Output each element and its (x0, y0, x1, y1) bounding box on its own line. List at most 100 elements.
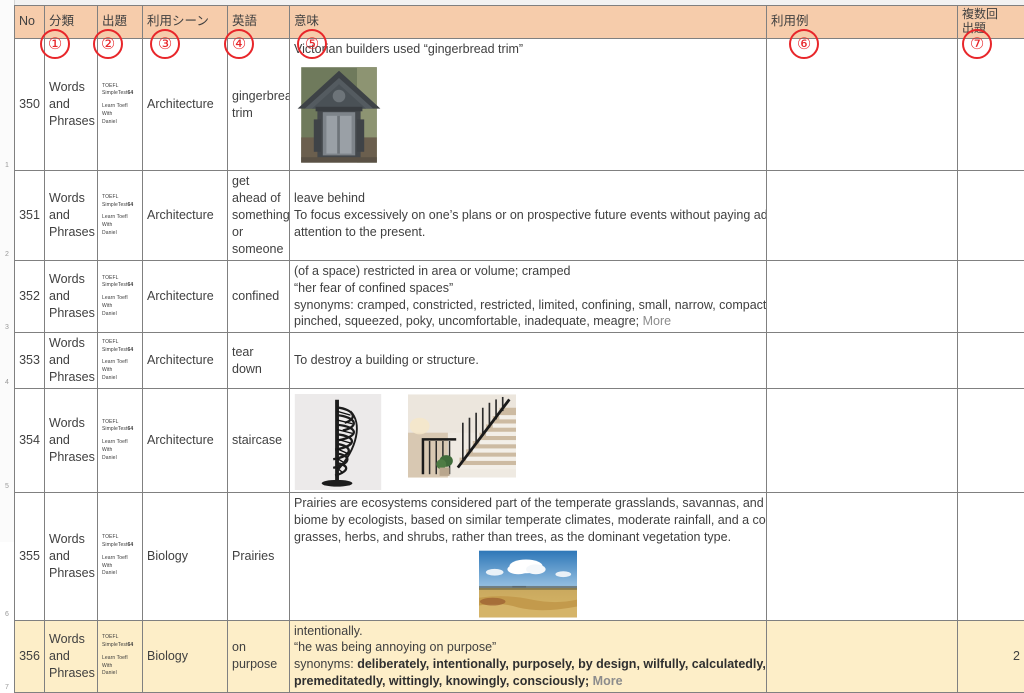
cell-category[interactable]: Words and Phrases (45, 38, 98, 171)
cell-meaning[interactable]: Victorian builders used “gingerbread tri… (290, 38, 767, 171)
modern-staircase-photo (408, 394, 516, 478)
cell-usage[interactable] (767, 333, 958, 389)
table-row[interactable]: 352Words and Phrases TOEFL SimpleTest64 … (15, 260, 1024, 333)
cell-multiple[interactable] (958, 260, 1024, 333)
row-header-strip (0, 0, 15, 542)
cell-source[interactable]: TOEFL SimpleTest64 Learn Toefl With Dani… (98, 260, 143, 333)
cell-category[interactable]: Words and Phrases (45, 333, 98, 389)
source-line-3: Learn Toefl With (102, 295, 138, 311)
column-header-scene[interactable]: 利用シーン (143, 6, 228, 39)
cell-category[interactable]: Words and Phrases (45, 620, 98, 693)
cell-scene[interactable]: Architecture (143, 171, 228, 260)
cell-usage[interactable] (767, 620, 958, 693)
cell-meaning[interactable] (290, 388, 767, 492)
cell-english[interactable]: confined (228, 260, 290, 333)
cell-category[interactable]: Words and Phrases (45, 260, 98, 333)
cell-source[interactable]: TOEFL SimpleTest64 Learn Toefl With Dani… (98, 620, 143, 693)
cell-multiple[interactable] (958, 492, 1024, 620)
table-row[interactable]: 353Words and Phrases TOEFL SimpleTest64 … (15, 333, 1024, 389)
source-line-1: TOEFL (102, 419, 138, 427)
spiral-staircase-photo (294, 394, 382, 490)
cell-meaning[interactable]: leave behindTo focus excessively on one’… (290, 171, 767, 260)
cell-no[interactable]: 354 (15, 388, 45, 492)
cell-source[interactable]: TOEFL SimpleTest64 Learn Toefl With Dani… (98, 171, 143, 260)
column-header-category[interactable]: 分類 (45, 6, 98, 39)
cell-scene[interactable]: Biology (143, 492, 228, 620)
cell-no[interactable]: 352 (15, 260, 45, 333)
cell-no[interactable]: 355 (15, 492, 45, 620)
cell-no[interactable]: 350 (15, 38, 45, 171)
cell-usage[interactable] (767, 492, 958, 620)
cell-english[interactable]: tear down (228, 333, 290, 389)
source-label: TOEFL SimpleTest64 Learn Toefl With Dani… (102, 534, 138, 578)
cell-english[interactable]: staircase (228, 388, 290, 492)
cell-meaning[interactable]: (of a space) restricted in area or volum… (290, 260, 767, 333)
cell-meaning[interactable]: Prairies are ecosystems considered part … (290, 492, 767, 620)
cell-usage[interactable] (767, 260, 958, 333)
cell-scene[interactable]: Architecture (143, 260, 228, 333)
cell-usage[interactable] (767, 388, 958, 492)
source-line-2: SimpleTest64 (102, 642, 138, 650)
cell-scene[interactable]: Architecture (143, 333, 228, 389)
cell-source[interactable]: TOEFL SimpleTest64 Learn Toefl With Dani… (98, 38, 143, 171)
cell-english[interactable]: on purpose (228, 620, 290, 693)
row-header-number[interactable]: 5 (0, 483, 14, 490)
meaning-line: synonyms: cramped, constricted, restrict… (294, 297, 762, 314)
row-header-number[interactable]: 6 (0, 611, 14, 618)
table-header-row: No 分類 出題 利用シーン 英語 意味 利用例 複数回 出題 (15, 6, 1024, 39)
cell-multiple[interactable]: 2 (958, 620, 1024, 693)
row-header-number[interactable]: 3 (0, 324, 14, 331)
source-line-3: Learn Toefl With (102, 103, 138, 119)
cell-usage[interactable] (767, 171, 958, 260)
column-header-english[interactable]: 英語 (228, 6, 290, 39)
cell-usage[interactable] (767, 38, 958, 171)
cell-english[interactable]: Prairies (228, 492, 290, 620)
table-row[interactable]: 355Words and Phrases TOEFL SimpleTest64 … (15, 492, 1024, 620)
meaning-line: Victorian builders used “gingerbread tri… (294, 41, 762, 58)
cell-scene[interactable]: Biology (143, 620, 228, 693)
cell-english[interactable]: get ahead of something or someone (228, 171, 290, 260)
source-line-4: Daniel (102, 570, 138, 578)
source-label: TOEFL SimpleTest64 Learn Toefl With Dani… (102, 194, 138, 238)
cell-no[interactable]: 356 (15, 620, 45, 693)
cell-source[interactable]: TOEFL SimpleTest64 Learn Toefl With Dani… (98, 492, 143, 620)
meaning-images (294, 394, 762, 490)
cell-scene[interactable]: Architecture (143, 388, 228, 492)
cell-category[interactable]: Words and Phrases (45, 492, 98, 620)
cell-no[interactable]: 353 (15, 333, 45, 389)
cell-multiple[interactable] (958, 171, 1024, 260)
source-line-4: Daniel (102, 670, 138, 678)
column-header-multiple[interactable]: 複数回 出題 (958, 6, 1024, 39)
meaning-line: (of a space) restricted in area or volum… (294, 263, 762, 280)
column-header-source[interactable]: 出題 (98, 6, 143, 39)
cell-multiple[interactable] (958, 388, 1024, 492)
table-row[interactable]: 354Words and Phrases TOEFL SimpleTest64 … (15, 388, 1024, 492)
cell-meaning[interactable]: To destroy a building or structure. (290, 333, 767, 389)
cell-source[interactable]: TOEFL SimpleTest64 Learn Toefl With Dani… (98, 333, 143, 389)
cell-no[interactable]: 351 (15, 171, 45, 260)
source-label: TOEFL SimpleTest64 Learn Toefl With Dani… (102, 83, 138, 127)
cell-source[interactable]: TOEFL SimpleTest64 Learn Toefl With Dani… (98, 388, 143, 492)
column-header-meaning[interactable]: 意味 (290, 6, 767, 39)
row-header-number[interactable]: 2 (0, 251, 14, 258)
table-row[interactable]: 356Words and Phrases TOEFL SimpleTest64 … (15, 620, 1024, 693)
cell-category[interactable]: Words and Phrases (45, 171, 98, 260)
table-row[interactable]: 351Words and Phrases TOEFL SimpleTest64 … (15, 171, 1024, 260)
source-line-1: TOEFL (102, 534, 138, 542)
row-header-number[interactable]: 1 (0, 162, 14, 169)
cell-multiple[interactable] (958, 38, 1024, 171)
cell-category[interactable]: Words and Phrases (45, 388, 98, 492)
row-header-number[interactable]: 7 (0, 684, 14, 691)
source-label: TOEFL SimpleTest64 Learn Toefl With Dani… (102, 275, 138, 319)
cell-scene[interactable]: Architecture (143, 38, 228, 171)
cell-english[interactable]: gingerbread trim (228, 38, 290, 171)
cell-multiple[interactable] (958, 333, 1024, 389)
source-line-3: Learn Toefl With (102, 359, 138, 375)
cell-meaning[interactable]: intentionally.“he was being annoying on … (290, 620, 767, 693)
meaning-line: biome by ecologists, based on similar te… (294, 512, 762, 529)
table-row[interactable]: 350Words and Phrases TOEFL SimpleTest64 … (15, 38, 1024, 171)
row-header-number[interactable]: 4 (0, 379, 14, 386)
column-header-no[interactable]: No (15, 6, 45, 39)
source-line-2: SimpleTest64 (102, 426, 138, 434)
column-header-usage[interactable]: 利用例 (767, 6, 958, 39)
